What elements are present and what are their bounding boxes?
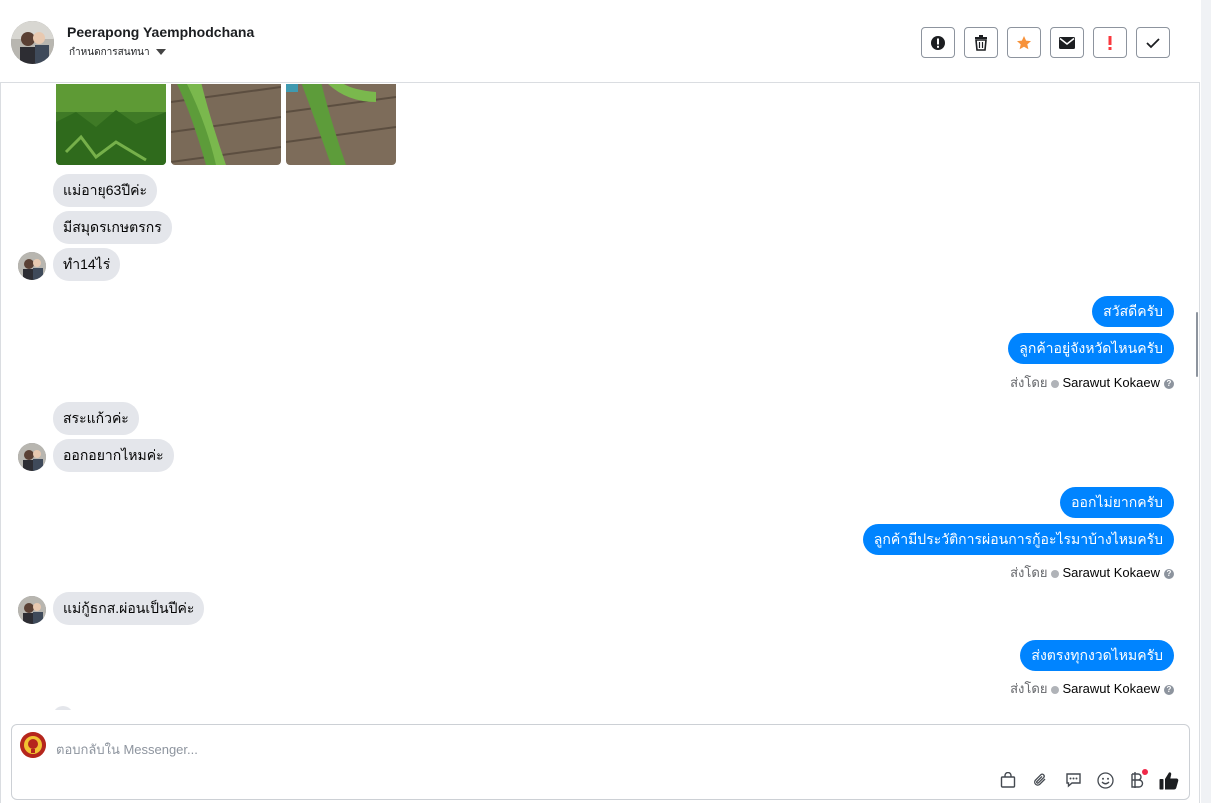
- emoji-button[interactable]: [1094, 769, 1116, 791]
- help-icon[interactable]: ?: [1164, 684, 1174, 695]
- mark-spam-button[interactable]: [921, 27, 955, 58]
- saved-replies-icon: [1065, 773, 1081, 788]
- incoming-message[interactable]: มีสมุดรเกษตรกร: [53, 211, 172, 244]
- follow-up-icon: [1108, 35, 1112, 50]
- verified-icon: [1051, 685, 1060, 694]
- contact-avatar-small: [18, 443, 46, 471]
- reply-composer: [11, 724, 1190, 800]
- conversation-header: Peerapong Yaemphodchana กำหนดการสนทนา: [0, 4, 1200, 83]
- done-check-icon: [1146, 37, 1160, 48]
- page-avatar: [20, 732, 46, 758]
- sender-name[interactable]: Sarawut Kokaew: [1062, 375, 1160, 390]
- incoming-message[interactable]: ทำ14ไร่: [53, 248, 121, 281]
- sent-by-label: ส่งโดย: [1010, 375, 1048, 390]
- contact-avatar-small: [18, 252, 46, 280]
- outgoing-message[interactable]: ลูกค้ามีประวัติการผ่อนการกู้อะไรมาบ้างไห…: [862, 524, 1174, 555]
- thread-scrollbar[interactable]: [1196, 312, 1198, 377]
- notification-dot: [1142, 769, 1148, 775]
- mark-spam-icon: [931, 35, 945, 50]
- sender-name[interactable]: Sarawut Kokaew: [1062, 565, 1160, 580]
- right-panel-edge: [1201, 0, 1211, 803]
- assign-conversation-dropdown[interactable]: กำหนดการสนทนา: [69, 46, 166, 58]
- outgoing-message[interactable]: สวัสดีครับ: [1092, 296, 1174, 327]
- delete-button[interactable]: [964, 27, 998, 58]
- sent-by-info: ส่งโดย Sarawut Kokaew?: [1010, 372, 1174, 393]
- emoji-icon: [1096, 771, 1114, 789]
- photo-attachment[interactable]: [286, 84, 396, 165]
- contact-name[interactable]: Peerapong Yaemphodchana: [67, 24, 254, 40]
- shopping-bag-button[interactable]: [997, 769, 1019, 791]
- help-icon[interactable]: ?: [1164, 378, 1174, 389]
- verified-icon: [1051, 379, 1060, 388]
- contact-avatar-small: [18, 596, 46, 624]
- incoming-message[interactable]: แม่กู้ธกส.ผ่อนเป็นปีค่ะ: [53, 592, 205, 625]
- like-button[interactable]: [1158, 769, 1180, 791]
- help-icon[interactable]: ?: [1164, 568, 1174, 579]
- outgoing-message[interactable]: ส่งตรงทุกงวดไหมครับ: [1020, 640, 1174, 671]
- shopping-bag-icon: [1000, 772, 1016, 788]
- verified-icon: [1051, 569, 1060, 578]
- attach-button[interactable]: [1029, 769, 1051, 791]
- saved-replies-button[interactable]: [1062, 769, 1084, 791]
- outgoing-message[interactable]: ลูกค้าอยู่จังหวัดไหนครับ: [1008, 333, 1174, 364]
- incoming-message-partial[interactable]: [53, 706, 73, 710]
- incoming-message[interactable]: สระแก้วค่ะ: [53, 402, 139, 435]
- payment-button[interactable]: [1126, 769, 1148, 791]
- mark-done-button[interactable]: [1136, 27, 1170, 58]
- sender-name[interactable]: Sarawut Kokaew: [1062, 681, 1160, 696]
- incoming-message[interactable]: แม่อายุ63ปีค่ะ: [53, 174, 158, 207]
- contact-avatar[interactable]: [11, 21, 54, 64]
- reply-input[interactable]: [56, 739, 756, 759]
- paperclip-icon: [1034, 773, 1046, 786]
- trash-icon: [975, 34, 987, 51]
- assign-label: กำหนดการสนทนา: [69, 47, 150, 58]
- mark-unread-button[interactable]: [1050, 27, 1084, 58]
- sent-by-label: ส่งโดย: [1010, 681, 1048, 696]
- photo-attachment[interactable]: [56, 84, 166, 165]
- sent-by-info: ส่งโดย Sarawut Kokaew?: [1010, 678, 1174, 699]
- sent-by-info: ส่งโดย Sarawut Kokaew?: [1010, 562, 1174, 583]
- outgoing-message[interactable]: ออกไม่ยากครับ: [1060, 487, 1174, 518]
- thumbs-up-icon: [1159, 771, 1179, 789]
- message-thread[interactable]: แม่อายุ63ปีค่ะ มีสมุดรเกษตรกร ทำ14ไร่ สว…: [1, 84, 1199, 710]
- incoming-message[interactable]: ออกอยากไหมค่ะ: [53, 439, 174, 472]
- follow-up-button[interactable]: [1093, 27, 1127, 58]
- caret-down-icon: [155, 49, 166, 56]
- photo-attachment[interactable]: [171, 84, 281, 165]
- star-icon: [1017, 35, 1031, 49]
- star-button[interactable]: [1007, 27, 1041, 58]
- envelope-icon: [1059, 36, 1075, 49]
- sent-by-label: ส่งโดย: [1010, 565, 1048, 580]
